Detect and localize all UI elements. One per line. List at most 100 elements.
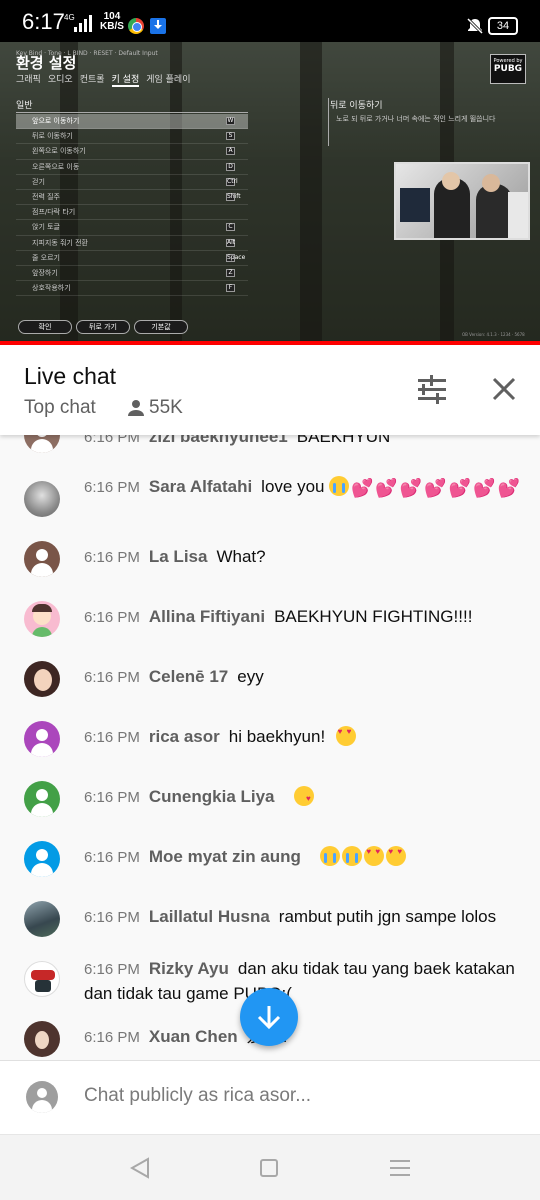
player-head <box>442 172 460 190</box>
player-head <box>482 174 500 192</box>
author-name: Allina Fiftiyani <box>148 607 266 626</box>
crying-emoji <box>342 846 363 866</box>
game-tabs: 그래픽 오디오 컨트롤 키 설정 게임 플레이 <box>16 72 191 87</box>
game-tab: 게임 플레이 <box>146 75 191 85</box>
keybind-row: 오른쪽으로 이동 D <box>16 160 248 175</box>
pubg-logo: Powered by PUBG <box>490 54 526 84</box>
author-name: Xuan Chen <box>148 1027 238 1046</box>
speed-unit: KB/S <box>100 21 124 32</box>
message-time: 6:16 PM <box>84 1029 140 1046</box>
back-icon[interactable] <box>130 1157 150 1179</box>
video-player[interactable]: Key Bind · Tone · L BIND · RESET · Defau… <box>0 42 540 342</box>
signal-icon: 4G <box>64 13 92 32</box>
game-keybind-list: 앞으로 이동하기 W 뒤로 이동하기 S 왼쪽으로 이동하기 A 오른쪽으로 이동 D … <box>16 114 248 297</box>
two-hearts-emoji: 💕 <box>424 478 447 498</box>
avatar[interactable] <box>24 901 60 937</box>
avatar[interactable] <box>24 661 60 697</box>
network-speed: 104 KB/S <box>100 12 124 32</box>
scroll-to-bottom-button[interactable] <box>240 988 298 1046</box>
chat-input-bar <box>0 1060 540 1134</box>
divider <box>328 98 329 146</box>
message-time: 6:16 PM <box>84 549 140 566</box>
keybind-row: 앞으로 이동하기 W <box>16 114 248 130</box>
recents-icon[interactable] <box>390 1159 410 1177</box>
two-hearts-emoji: 💕 <box>350 478 374 498</box>
chrome-icon <box>128 18 144 34</box>
avatar[interactable] <box>24 435 60 453</box>
message-text: hi baekhyun! <box>228 727 326 746</box>
avatar[interactable] <box>24 961 60 997</box>
keybind-row: 점프/다락 타기 <box>16 205 248 221</box>
author-name: Cunengkia Liya <box>148 787 275 806</box>
avatar[interactable] <box>24 721 60 757</box>
game-footer: OB Version: 4.1.3 · 1234 · 5678 <box>462 332 525 337</box>
two-hearts-emoji: 💕 <box>473 478 496 498</box>
game-section-title: 일반 <box>16 101 33 111</box>
avatar[interactable] <box>24 481 60 517</box>
close-icon[interactable] <box>490 375 518 403</box>
game-button-back: 뒤로 가기 <box>76 320 130 334</box>
game-right-title: 뒤로 이동하기 <box>330 101 383 111</box>
filter-icon[interactable] <box>416 375 448 405</box>
chat-input[interactable] <box>84 1085 504 1107</box>
download-icon <box>150 18 166 34</box>
heart-eyes-emoji <box>364 846 385 866</box>
keybind-row: 상호작용하기 F <box>16 281 248 297</box>
home-icon[interactable] <box>260 1159 278 1177</box>
message-text: eyy <box>237 667 264 686</box>
network-type: 4G <box>64 13 75 22</box>
avatar[interactable] <box>24 781 60 817</box>
keybind-row: 줄 오르기 Space <box>16 251 248 266</box>
message-text: rambut putih jgn sampe lolos <box>278 907 497 926</box>
author-name: Moe myat zin aung <box>148 847 301 866</box>
system-nav-bar <box>0 1134 540 1200</box>
viewer-count-value: 55K <box>149 397 183 418</box>
keybind-row: 왼쪽으로 이동하기 A <box>16 144 248 160</box>
two-hearts-emoji: 💕 <box>448 478 472 498</box>
status-bar: 6:17 4G 104 KB/S 34 <box>0 0 540 42</box>
author-name: Laillatul Husna <box>148 907 270 926</box>
message-time: 6:16 PM <box>84 909 140 926</box>
game-tab: 컨트롤 <box>79 75 105 85</box>
keybind-row: 전력 질주 Shift <box>16 190 248 206</box>
message-time: 6:16 PM <box>84 789 140 806</box>
message-time: 6:16 PM <box>84 729 140 746</box>
author-name: Celenē 17 <box>148 667 229 686</box>
message-time: 6:16 PM <box>84 961 140 978</box>
crying-emoji <box>320 846 341 866</box>
message-text: BAEKHYUN <box>296 435 391 446</box>
chat-title: Live chat <box>24 363 117 389</box>
avatar <box>26 1081 58 1113</box>
message-text: BAEKHYUN FIGHTING!!!! <box>274 607 473 626</box>
game-tab-active: 키 설정 <box>111 72 140 87</box>
author-name: Rizky Ayu <box>148 959 229 978</box>
message-time: 6:16 PM <box>84 435 140 446</box>
author-name: zizi baekhyunee1 <box>148 435 288 446</box>
chat-header: Live chat Top chat 55K <box>0 345 540 435</box>
message-time: 6:16 PM <box>84 479 140 496</box>
viewer-count: 55K <box>127 397 183 419</box>
game-button-confirm: 확인 <box>18 320 72 334</box>
two-hearts-emoji: 💕 <box>399 478 423 498</box>
game-settings-title: 환경 설정 <box>16 54 77 72</box>
avatar[interactable] <box>24 841 60 877</box>
message-time: 6:16 PM <box>84 609 140 626</box>
monitor <box>400 188 430 222</box>
author-name: Sara Alfatahi <box>148 477 253 496</box>
two-hearts-emoji: 💕 <box>497 478 520 498</box>
chat-message-list[interactable]: 6:16 PM zizi baekhyunee1 BAEKHYUN 6:16 PM S… <box>0 435 540 1060</box>
webcam-overlay <box>394 162 530 240</box>
arrow-down-icon <box>257 1006 281 1030</box>
avatar[interactable] <box>24 601 60 637</box>
avatar[interactable] <box>24 1021 60 1057</box>
battery-icon: 34 <box>488 17 518 35</box>
avatar[interactable] <box>24 541 60 577</box>
chair <box>508 192 528 238</box>
two-hearts-emoji: 💕 <box>375 478 398 498</box>
author-name: rica asor <box>148 727 220 746</box>
chat-mode-selector[interactable]: Top chat <box>24 397 96 419</box>
keybind-row: 앉기 토글 C <box>16 220 248 236</box>
game-tab: 그래픽 <box>16 75 41 85</box>
message-time: 6:16 PM <box>84 669 140 686</box>
author-name: La Lisa <box>148 547 208 566</box>
